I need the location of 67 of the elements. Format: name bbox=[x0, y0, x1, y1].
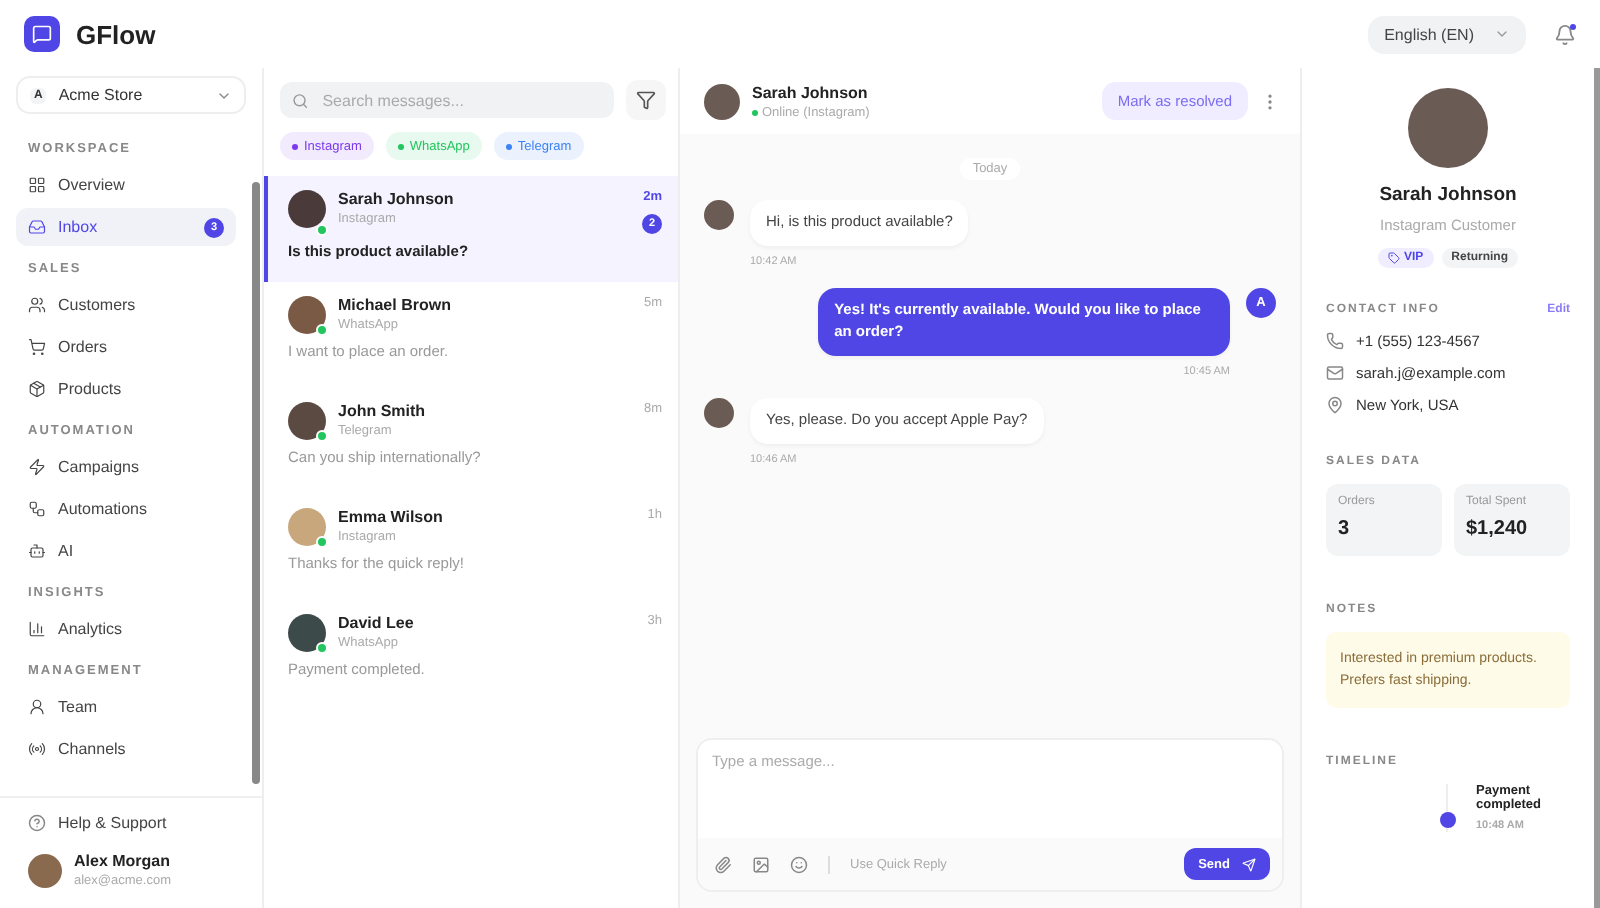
nav-item[interactable]: Channels bbox=[16, 730, 236, 768]
search-icon bbox=[292, 91, 309, 109]
box-icon bbox=[28, 380, 46, 398]
contact-avatar bbox=[288, 614, 326, 652]
emoji-icon[interactable] bbox=[790, 855, 808, 873]
contact-name: John Smith bbox=[338, 402, 426, 420]
attach-icon[interactable] bbox=[714, 855, 732, 873]
contact-name: Sarah Johnson bbox=[338, 190, 454, 208]
contact-avatar bbox=[704, 83, 740, 119]
online-dot bbox=[316, 224, 328, 236]
filter-icon bbox=[636, 90, 656, 110]
cart-icon bbox=[28, 338, 46, 356]
tag-icon bbox=[1387, 252, 1400, 264]
mail-icon bbox=[1326, 364, 1344, 382]
profile-avatar bbox=[1408, 88, 1488, 168]
contact-name: Sarah Johnson bbox=[752, 83, 870, 101]
contact-name: David Lee bbox=[338, 614, 414, 632]
online-dot bbox=[316, 324, 328, 336]
chevron-down-icon bbox=[1494, 26, 1510, 42]
contact-avatar bbox=[288, 190, 326, 228]
contact-avatar bbox=[288, 508, 326, 546]
nav-item[interactable]: AI bbox=[16, 532, 236, 570]
contact-avatar bbox=[704, 200, 734, 230]
user-icon bbox=[28, 698, 46, 716]
search-input[interactable]: Search messages... bbox=[318, 89, 602, 111]
nav-item[interactable]: Analytics bbox=[16, 610, 236, 648]
broadcast-icon bbox=[28, 740, 46, 758]
nav-item[interactable]: Orders bbox=[16, 328, 236, 366]
bar-chart-icon bbox=[28, 620, 46, 638]
flow-icon bbox=[28, 500, 46, 518]
online-dot bbox=[316, 642, 328, 654]
users-icon bbox=[28, 296, 46, 314]
phone-icon bbox=[1326, 332, 1344, 350]
robot-icon bbox=[28, 542, 46, 560]
stat-value: 3 bbox=[1338, 518, 1352, 540]
stat-value: $1,240 bbox=[1466, 518, 1530, 540]
logo-icon bbox=[24, 16, 60, 52]
nav-item[interactable]: Customers bbox=[16, 286, 236, 324]
contact-avatar bbox=[288, 402, 326, 440]
nav-item[interactable]: Products bbox=[16, 370, 236, 408]
user-name: Alex Morgan bbox=[74, 852, 172, 870]
app-name: GFlow bbox=[76, 19, 158, 49]
filter-button[interactable] bbox=[626, 80, 666, 120]
contact-avatar bbox=[704, 397, 734, 428]
image-icon[interactable] bbox=[752, 855, 770, 873]
language-select[interactable]: English (EN) bbox=[1368, 15, 1526, 53]
contact-name: Emma Wilson bbox=[338, 508, 443, 526]
contact-name: Michael Brown bbox=[338, 296, 451, 314]
online-dot bbox=[316, 430, 328, 442]
user-avatar bbox=[28, 853, 62, 887]
nav-item[interactable]: Campaigns bbox=[16, 448, 236, 486]
help-icon bbox=[28, 814, 46, 832]
help-link[interactable]: Help & Support bbox=[28, 814, 234, 832]
online-dot bbox=[316, 536, 328, 548]
contact-avatar bbox=[288, 296, 326, 334]
nav-item[interactable]: Overview bbox=[16, 166, 236, 204]
lightning-icon bbox=[28, 458, 46, 476]
inbox-icon bbox=[28, 218, 46, 236]
search-field[interactable]: Search messages... bbox=[280, 82, 614, 118]
grid-icon bbox=[28, 176, 46, 194]
notification-bell-icon[interactable] bbox=[1554, 23, 1576, 45]
timeline-dot bbox=[1440, 812, 1456, 829]
profile-name: Sarah Johnson bbox=[1379, 184, 1517, 206]
nav-item[interactable]: Team bbox=[16, 688, 236, 726]
map-pin-icon bbox=[1326, 396, 1344, 414]
nav-item[interactable]: Automations bbox=[16, 490, 236, 528]
send-icon bbox=[1242, 857, 1256, 871]
